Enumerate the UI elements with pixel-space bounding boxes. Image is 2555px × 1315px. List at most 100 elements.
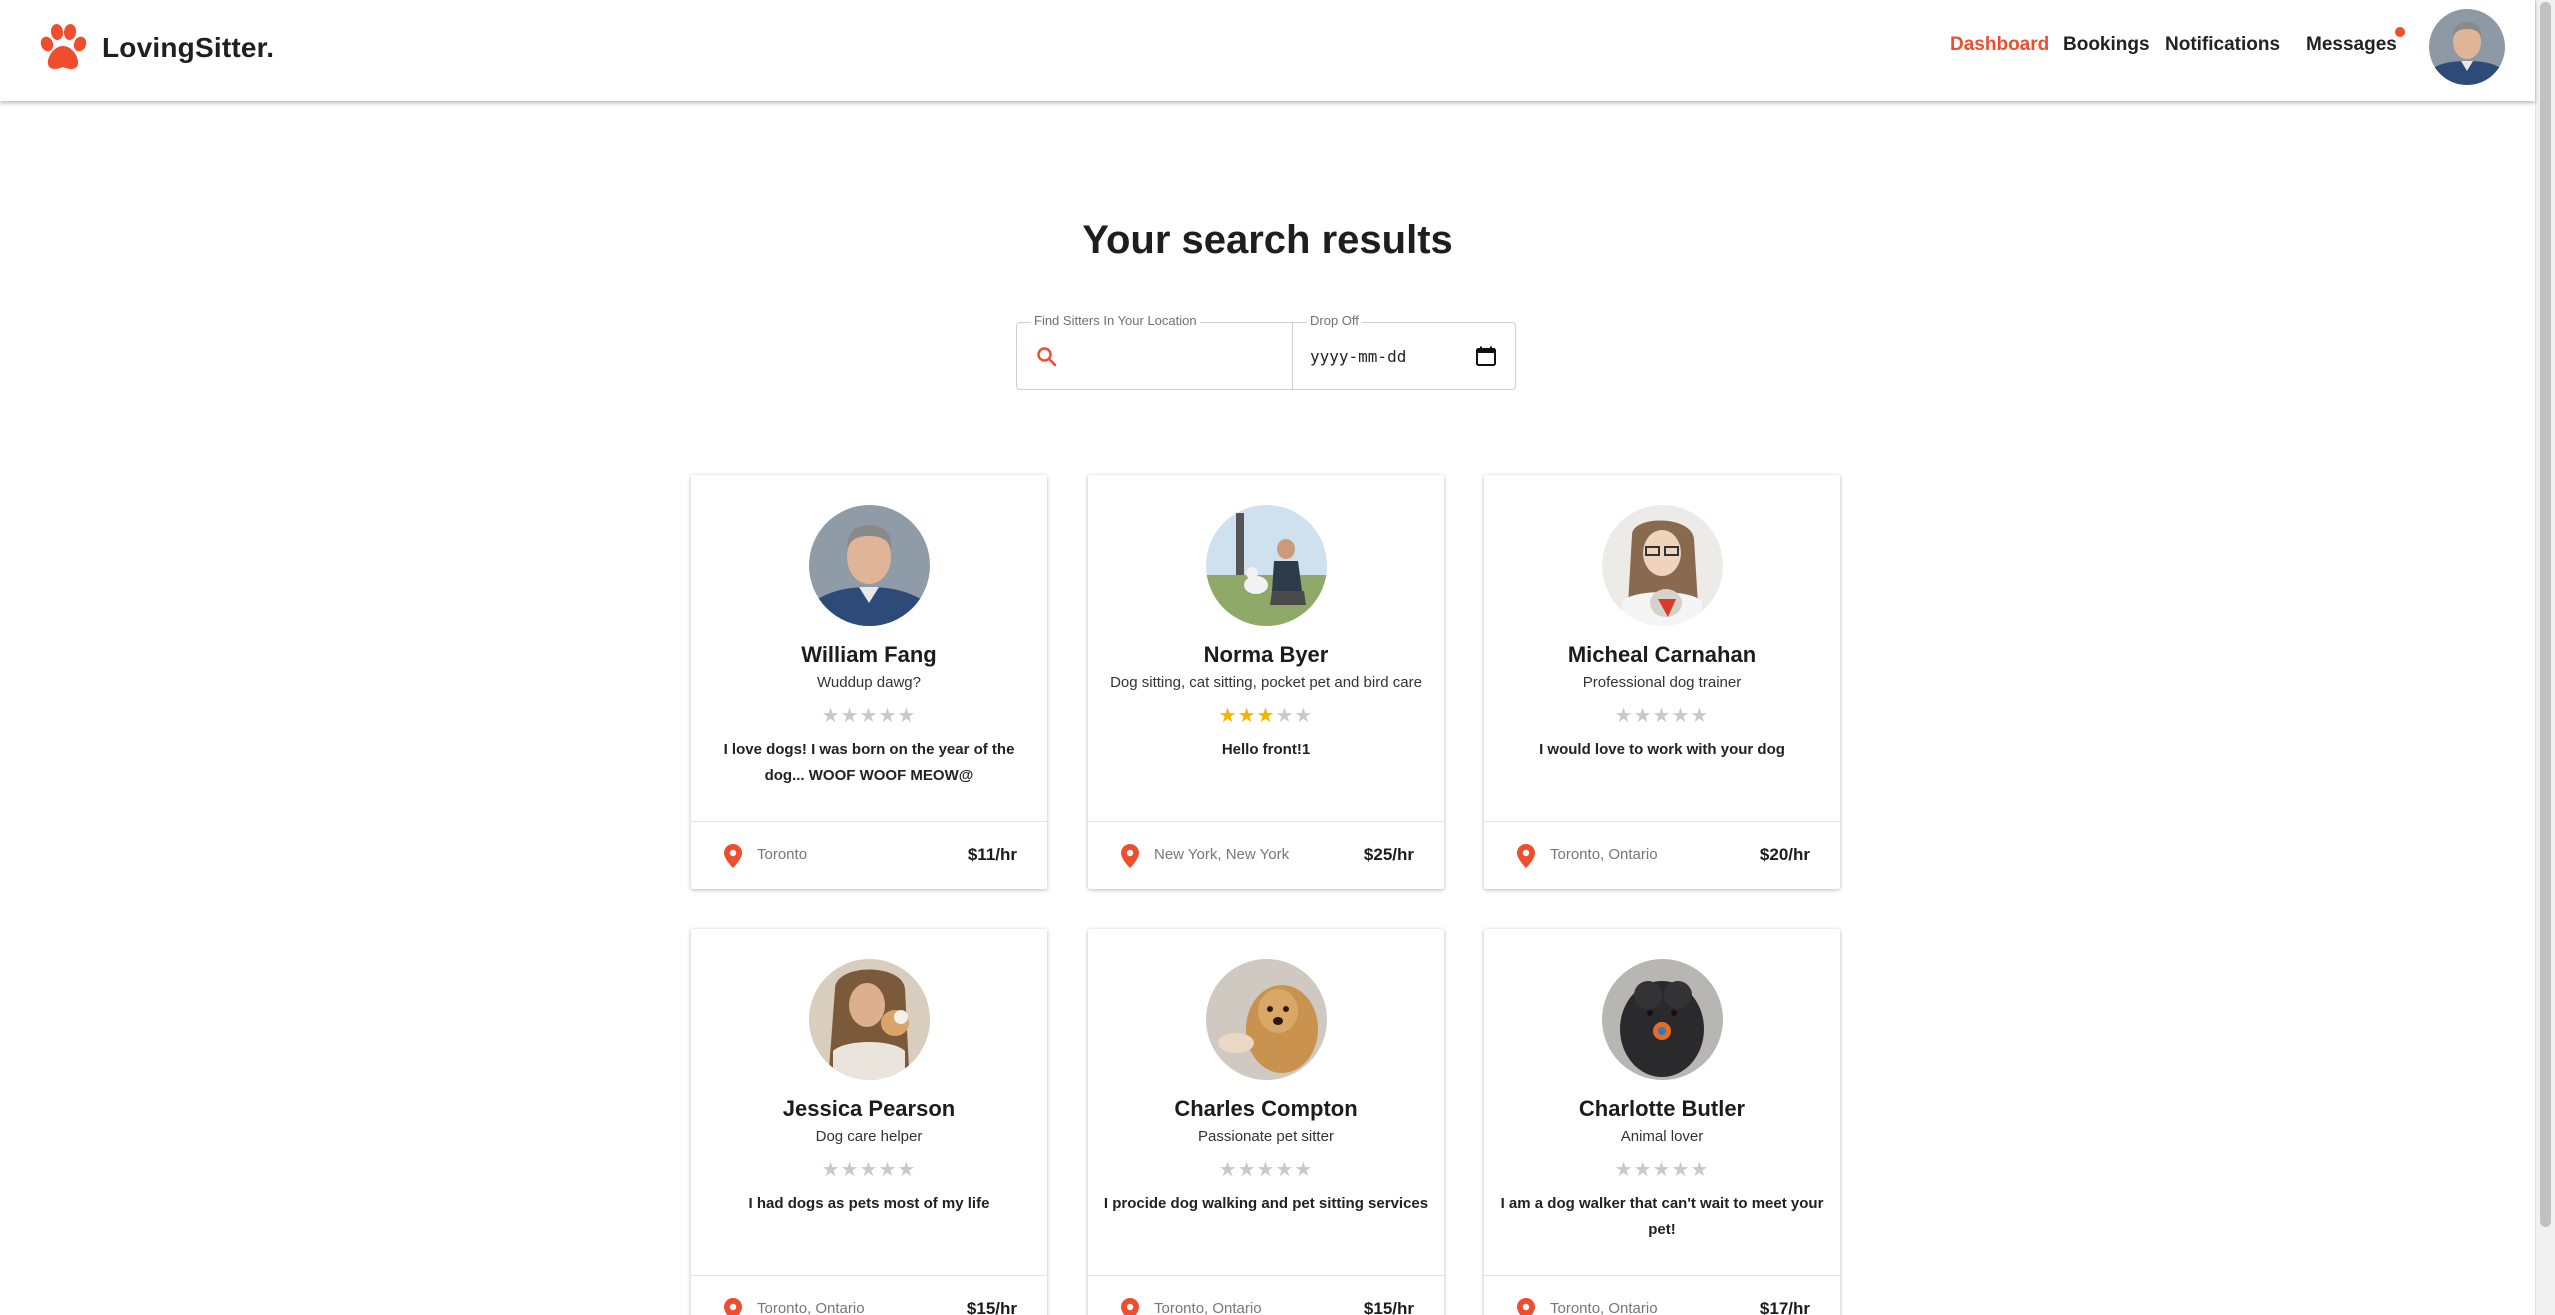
sitter-location: Toronto, Ontario xyxy=(1550,1300,1658,1315)
page-title: Your search results xyxy=(1082,218,1453,262)
star-empty-icon: ★ xyxy=(840,1159,860,1181)
sitter-tagline: Animal lover xyxy=(1620,1128,1704,1145)
sitter-description: I am a dog walker that can't wait to mee… xyxy=(1500,1195,1824,1238)
dropoff-date-value: yyyy-mm-dd xyxy=(1310,347,1407,366)
scrollbar-thumb[interactable] xyxy=(2540,2,2551,1227)
sitter-price: $25/hr xyxy=(1363,845,1414,864)
star-empty-icon: ★ xyxy=(1237,1159,1257,1181)
nav-bookings[interactable]: Bookings xyxy=(2063,34,2150,56)
sitter-description: I had dogs as pets most of my life xyxy=(748,1195,990,1212)
star-empty-icon: ★ xyxy=(1294,1159,1314,1181)
search-bar: Find Sitters In Your Location Drop Off y… xyxy=(1016,313,1516,390)
star-filled-icon: ★ xyxy=(1218,705,1238,727)
sitter-card[interactable]: Micheal Carnahan Professional dog traine… xyxy=(1484,475,1840,889)
star-empty-icon: ★ xyxy=(1275,1159,1295,1181)
sitter-tagline: Dog sitting, cat sitting, pocket pet and… xyxy=(1110,674,1422,691)
sitter-card[interactable]: Charlotte Butler Animal lover ★★★★★ I am… xyxy=(1484,929,1840,1315)
star-filled-icon: ★ xyxy=(1256,705,1276,727)
sitter-avatar xyxy=(809,959,930,1080)
dropoff-field-label: Drop Off xyxy=(1307,313,1362,328)
sitter-name: Charles Compton xyxy=(1174,1096,1358,1121)
card-footer: Toronto, Ontario $20/hr xyxy=(1484,821,1840,889)
star-empty-icon: ★ xyxy=(878,705,898,727)
calendar-icon[interactable] xyxy=(1475,345,1497,367)
star-empty-icon: ★ xyxy=(878,1159,898,1181)
sitter-card[interactable]: William Fang Wuddup dawg? ★★★★★ I love d… xyxy=(691,475,1047,889)
rating-stars: ★★★★★ xyxy=(691,706,1047,726)
nav-dashboard[interactable]: Dashboard xyxy=(1950,34,2049,56)
sitter-avatar xyxy=(1206,959,1327,1080)
card-footer: Toronto, Ontario $15/hr xyxy=(691,1275,1047,1315)
sitter-tagline: Wuddup dawg? xyxy=(817,674,921,691)
sitter-price: $17/hr xyxy=(1759,1299,1810,1315)
star-empty-icon: ★ xyxy=(1614,705,1634,727)
card-footer: Toronto, Ontario $17/hr xyxy=(1484,1275,1840,1315)
sitter-name: Micheal Carnahan xyxy=(1567,642,1757,667)
location-pin-icon xyxy=(1121,844,1139,868)
rating-stars: ★★★★★ xyxy=(1088,1160,1444,1180)
sitter-description: I love dogs! I was born on the year of t… xyxy=(723,741,1015,784)
star-empty-icon: ★ xyxy=(1652,705,1672,727)
sitter-card[interactable]: Jessica Pearson Dog care helper ★★★★★ I … xyxy=(691,929,1047,1315)
sitter-name: William Fang xyxy=(801,642,937,667)
sitter-tagline: Passionate pet sitter xyxy=(1198,1128,1334,1145)
sitter-name: Charlotte Butler xyxy=(1578,1096,1746,1121)
rating-stars: ★★★★★ xyxy=(691,1160,1047,1180)
star-empty-icon: ★ xyxy=(821,705,841,727)
star-empty-icon: ★ xyxy=(840,705,860,727)
sitter-card[interactable]: Charles Compton Passionate pet sitter ★★… xyxy=(1088,929,1444,1315)
sitter-name: Jessica Pearson xyxy=(782,1096,956,1121)
search-icon xyxy=(1037,347,1057,367)
star-empty-icon: ★ xyxy=(1275,705,1295,727)
star-empty-icon: ★ xyxy=(1256,1159,1276,1181)
sitter-location: Toronto xyxy=(757,846,808,863)
rating-stars: ★★★★★ xyxy=(1484,706,1840,726)
star-empty-icon: ★ xyxy=(1633,705,1653,727)
sitter-tagline: Professional dog trainer xyxy=(1582,674,1742,691)
star-empty-icon: ★ xyxy=(1671,1159,1691,1181)
user-avatar[interactable] xyxy=(2429,9,2505,85)
sitter-price: $11/hr xyxy=(967,845,1017,864)
page-scrollbar[interactable] xyxy=(2535,0,2555,1315)
card-footer: Toronto $11/hr xyxy=(691,821,1047,889)
sitter-tagline: Dog care helper xyxy=(815,1128,923,1145)
location-pin-icon xyxy=(724,1298,742,1315)
star-empty-icon: ★ xyxy=(1690,705,1710,727)
sitter-avatar xyxy=(809,505,930,626)
star-empty-icon: ★ xyxy=(1294,705,1314,727)
brand-name: LovingSitter. xyxy=(102,32,275,63)
location-search-input[interactable]: Find Sitters In Your Location xyxy=(1016,313,1293,390)
paw-icon xyxy=(40,24,87,69)
nav-messages[interactable]: Messages xyxy=(2306,34,2397,56)
location-pin-icon xyxy=(1517,1298,1535,1315)
star-empty-icon: ★ xyxy=(859,1159,879,1181)
location-pin-icon xyxy=(724,844,742,868)
dropoff-date-input[interactable]: Drop Off yyyy-mm-dd xyxy=(1292,313,1516,390)
sitter-price: $15/hr xyxy=(966,1299,1017,1315)
rating-stars: ★★★★★ xyxy=(1484,1160,1840,1180)
location-field-label: Find Sitters In Your Location xyxy=(1031,313,1200,328)
location-pin-icon xyxy=(1517,844,1535,868)
star-empty-icon: ★ xyxy=(897,705,917,727)
nav-notifications[interactable]: Notifications xyxy=(2165,34,2280,56)
sitter-description: Hello front!1 xyxy=(1221,741,1311,758)
sitter-name: Norma Byer xyxy=(1203,642,1329,667)
star-empty-icon: ★ xyxy=(821,1159,841,1181)
top-navbar: LovingSitter. Dashboard Bookings Notific… xyxy=(0,0,2535,101)
star-empty-icon: ★ xyxy=(1690,1159,1710,1181)
rating-stars: ★★★★★ xyxy=(1088,706,1444,726)
sitter-location: Toronto, Ontario xyxy=(757,1300,865,1315)
sitter-description: I procide dog walking and pet sitting se… xyxy=(1103,1195,1429,1212)
brand-logo[interactable]: LovingSitter. xyxy=(38,24,274,72)
sitter-card[interactable]: Norma Byer Dog sitting, cat sitting, poc… xyxy=(1088,475,1444,889)
card-footer: Toronto, Ontario $15/hr xyxy=(1088,1275,1444,1315)
sitter-location: New York, New York xyxy=(1154,846,1290,863)
location-pin-icon xyxy=(1121,1298,1139,1315)
sitter-price: $20/hr xyxy=(1759,845,1810,864)
card-footer: New York, New York $25/hr xyxy=(1088,821,1444,889)
star-filled-icon: ★ xyxy=(1237,705,1257,727)
sitter-location: Toronto, Ontario xyxy=(1550,846,1658,863)
sitter-location: Toronto, Ontario xyxy=(1154,1300,1262,1315)
star-empty-icon: ★ xyxy=(897,1159,917,1181)
star-empty-icon: ★ xyxy=(1671,705,1691,727)
